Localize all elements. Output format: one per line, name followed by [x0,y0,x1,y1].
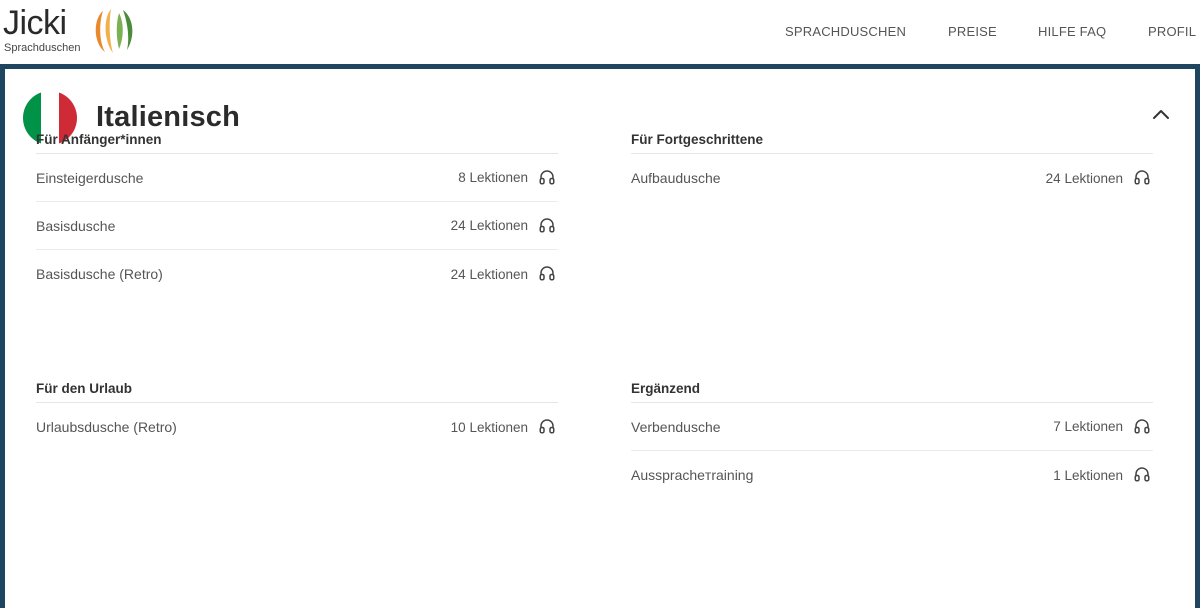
list-item[interactable]: Aufbaudusche 24 Lektionen [631,154,1153,202]
list-item[interactable]: Ausspracheтraining 1 Lektionen [631,451,1153,499]
chevron-up-icon[interactable] [1149,103,1173,127]
group-title: Für Fortgeschrittene [631,126,1153,154]
course-name: Verbendusche [631,418,721,435]
list-item[interactable]: Urlaubsdusche (Retro) 10 Lektionen [36,403,558,451]
list-item[interactable]: Verbendusche 7 Lektionen [631,403,1153,451]
group-vacation: Für den Urlaub Urlaubsdusche (Retro) 10 … [36,375,558,451]
logo-face-icon [95,9,133,53]
group-beginners: Für Anfänger*innen Einsteigerdusche 8 Le… [36,126,558,298]
headphones-icon[interactable] [1133,465,1151,483]
list-item[interactable]: Einsteigerdusche 8 Lektionen [36,154,558,202]
lesson-count: 24 Lektionen [450,218,528,233]
group-supplementary: Ergänzend Verbendusche 7 Lektionen Aussp… [631,375,1153,499]
course-name: Basisdusche (Retro) [36,266,163,282]
course-name: Einsteigerdusche [36,169,144,186]
logo-wordmark: Jicki [3,4,67,42]
top-bar: Jicki Sprachduschen SPRACHDUSCHEN PREISE… [0,0,1200,64]
headphones-icon[interactable] [538,168,556,186]
course-name: Ausspracheтraining [631,467,754,483]
lesson-count: 8 Lektionen [458,170,528,185]
nav-profil[interactable]: PROFIL [1148,24,1196,39]
nav-preise[interactable]: PREISE [948,24,997,39]
lesson-count: 10 Lektionen [450,419,528,435]
logo-subtitle: Sprachduschen [4,42,81,54]
course-name: Urlaubsdusche (Retro) [36,419,177,435]
group-title: Ergänzend [631,375,1153,403]
lesson-count: 24 Lektionen [1045,170,1123,186]
group-advanced: Für Fortgeschrittene Aufbaudusche 24 Lek… [631,126,1153,202]
course-name: Basisdusche [36,217,116,234]
headphones-icon[interactable] [538,216,556,234]
nav-hilfe-faq[interactable]: HILFE FAQ [1038,24,1106,39]
lesson-count: 24 Lektionen [450,266,528,282]
list-item[interactable]: Basisdusche (Retro) 24 Lektionen [36,250,558,298]
nav-sprachduschen[interactable]: SPRACHDUSCHEN [785,24,906,39]
lesson-count: 1 Lektionen [1053,467,1123,483]
group-title: Für den Urlaub [36,375,558,403]
group-title: Für Anfänger*innen [36,126,558,154]
headphones-icon[interactable] [538,264,556,282]
headphones-icon[interactable] [1133,168,1151,186]
lesson-count: 7 Lektionen [1053,419,1123,434]
course-name: Aufbaudusche [631,170,721,186]
logo[interactable]: Jicki Sprachduschen [3,4,143,60]
list-item[interactable]: Basisdusche 24 Lektionen [36,202,558,250]
headphones-icon[interactable] [1133,417,1151,435]
headphones-icon[interactable] [538,417,556,435]
